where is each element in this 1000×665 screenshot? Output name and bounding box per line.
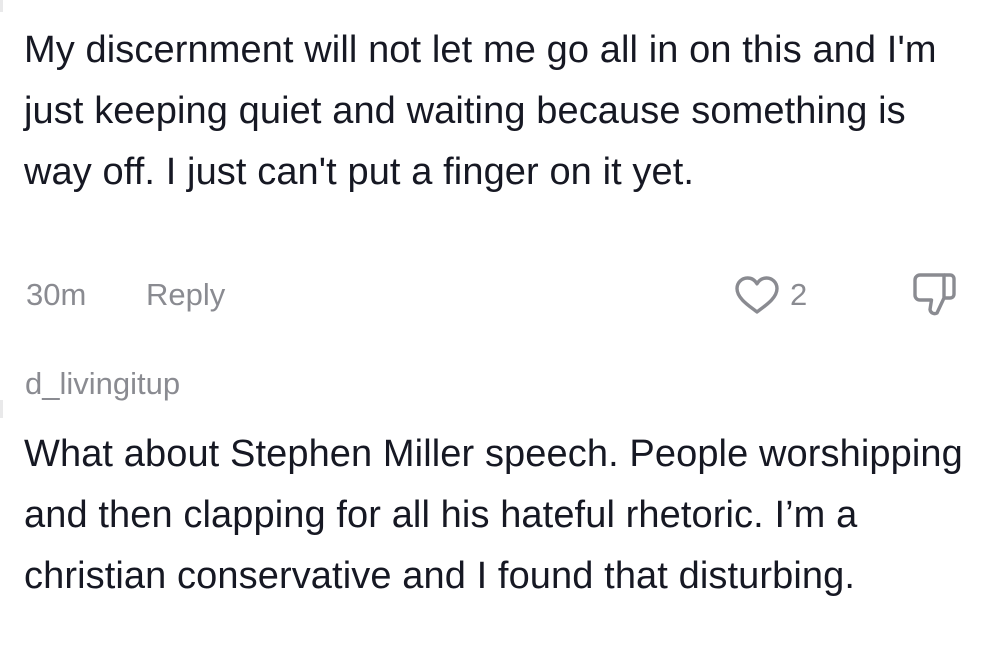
comment-timestamp: 30m: [26, 277, 87, 312]
dislike-button[interactable]: [910, 272, 958, 318]
avatar-edge: [0, 400, 3, 418]
comment-actions: 30m Reply 2: [24, 270, 964, 318]
like-count: 2: [790, 277, 808, 312]
comment-thread: My discernment will not let me go all in…: [0, 0, 1000, 665]
comment-text: What about Stephen Miller speech. People…: [24, 433, 963, 597]
like-button[interactable]: 2: [734, 273, 807, 317]
comment-text: My discernment will not let me go all in…: [24, 29, 937, 193]
comment-username[interactable]: d_livingitup: [25, 366, 180, 402]
heart-outline-icon[interactable]: [734, 275, 780, 315]
thumbs-down-outline-icon[interactable]: [910, 272, 958, 318]
avatar-edge: [0, 0, 3, 12]
reply-button[interactable]: Reply: [146, 277, 225, 313]
